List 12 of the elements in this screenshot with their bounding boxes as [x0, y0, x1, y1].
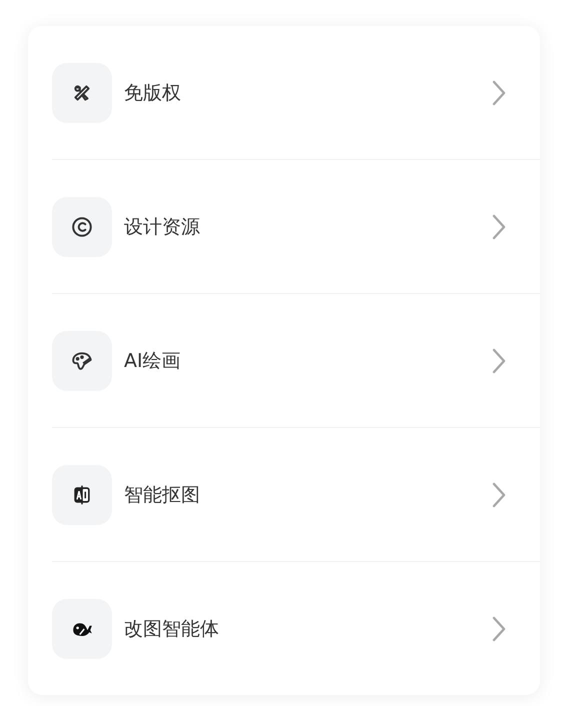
- palette-icon: [71, 350, 93, 372]
- chevron-icon: [492, 616, 506, 642]
- chevron-icon: [492, 214, 506, 240]
- menu-item[interactable]: 改图智能体: [52, 561, 540, 695]
- menu-item[interactable]: 免版权: [52, 26, 540, 159]
- menu-item[interactable]: AI绘画: [52, 293, 540, 427]
- menu-item[interactable]: 智能抠图: [52, 427, 540, 561]
- chevron-icon: [492, 80, 506, 106]
- menu-item[interactable]: 设计资源: [52, 159, 540, 293]
- chevron-icon: [492, 482, 506, 508]
- chevron-icon: [492, 348, 506, 374]
- copyright-icon: [71, 216, 93, 238]
